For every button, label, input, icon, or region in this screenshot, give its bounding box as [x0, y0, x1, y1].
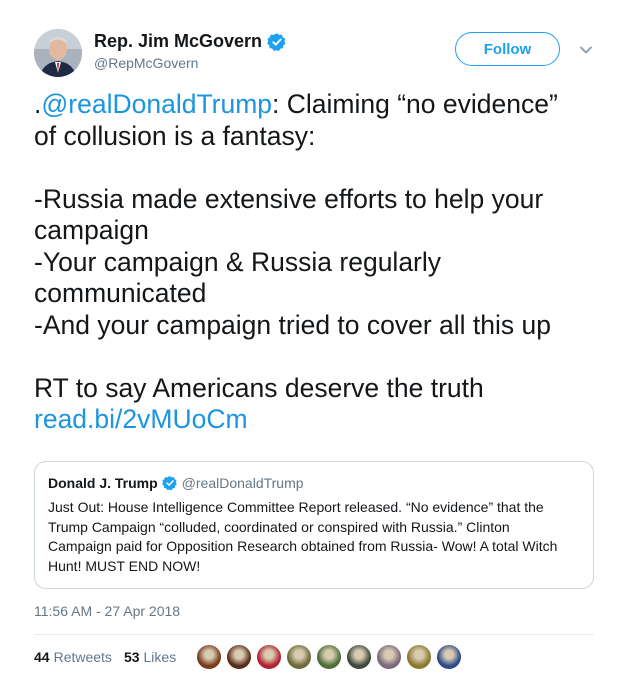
quoted-tweet-header: Donald J. Trump @realDonaldTrump	[48, 474, 581, 492]
liker-avatar[interactable]	[406, 644, 432, 670]
author-name-row: Rep. Jim McGovern	[94, 31, 287, 52]
liker-avatar[interactable]	[316, 644, 342, 670]
liker-avatar[interactable]	[376, 644, 402, 670]
liker-avatar[interactable]	[196, 644, 222, 670]
tweet-line: communicated	[34, 278, 207, 308]
verified-badge-icon	[267, 32, 286, 51]
tweet-line: .@realDonaldTrump: Claiming “no evidence…	[34, 89, 609, 121]
quoted-tweet-card[interactable]: Donald J. Trump @realDonaldTrump Just Ou…	[34, 461, 594, 589]
liker-avatar[interactable]	[286, 644, 312, 670]
quoted-line: Campaign paid for Opposition Research ob…	[48, 538, 558, 554]
liker-avatar[interactable]	[256, 644, 282, 670]
retweets-count[interactable]: 44	[34, 649, 50, 665]
tweet-line: of collusion is a fantasy:	[34, 120, 316, 151]
author-display-name[interactable]: Rep. Jim McGovern	[94, 31, 262, 52]
liker-avatars	[196, 644, 466, 670]
verified-badge-icon	[161, 476, 177, 491]
tweet-stats: 44 Retweets 53 Likes	[34, 649, 188, 665]
follow-button[interactable]: Follow	[455, 32, 560, 66]
quoted-line: Just Out: House Intelligence Committee R…	[48, 499, 544, 515]
likes-label[interactable]: Likes	[144, 649, 177, 665]
tweet-timestamp[interactable]: 11:56 AM - 27 Apr 2018	[34, 603, 180, 619]
author-avatar-image	[34, 29, 82, 77]
quoted-author-handle: @realDonaldTrump	[181, 475, 304, 491]
tweet-text-fragment: : Claiming “no evidence”	[272, 89, 558, 119]
liker-avatar[interactable]	[226, 644, 252, 670]
stats-divider	[34, 634, 594, 635]
chevron-down-icon[interactable]	[578, 42, 594, 58]
likes-count[interactable]: 53	[124, 649, 140, 665]
author-handle[interactable]: @RepMcGovern	[94, 55, 198, 71]
quoted-line: Hunt! MUST END NOW!	[48, 557, 201, 574]
mention-link[interactable]: @realDonaldTrump	[41, 89, 272, 119]
tweet-text: .@realDonaldTrump: Claiming “no evidence…	[34, 89, 609, 436]
retweets-label[interactable]: Retweets	[54, 649, 112, 665]
tweet-line: RT to say Americans deserve the truth	[34, 372, 484, 403]
tweet-line: campaign	[34, 215, 149, 245]
article-link[interactable]: read.bi/2vMUoCm	[34, 404, 609, 436]
liker-avatar[interactable]	[346, 644, 372, 670]
tweet-line: -Russia made extensive efforts to help y…	[34, 183, 544, 214]
tweet-line: -Your campaign & Russia regularly	[34, 246, 442, 277]
quoted-tweet-text: Just Out: House Intelligence Committee R…	[48, 498, 581, 576]
liker-avatar[interactable]	[436, 644, 462, 670]
tweet-line: -And your campaign tried to cover all th…	[34, 309, 552, 340]
author-avatar[interactable]	[34, 29, 82, 77]
quoted-author-name: Donald J. Trump	[48, 475, 158, 491]
quoted-line: Trump Campaign “colluded, coordinated or…	[48, 518, 510, 535]
